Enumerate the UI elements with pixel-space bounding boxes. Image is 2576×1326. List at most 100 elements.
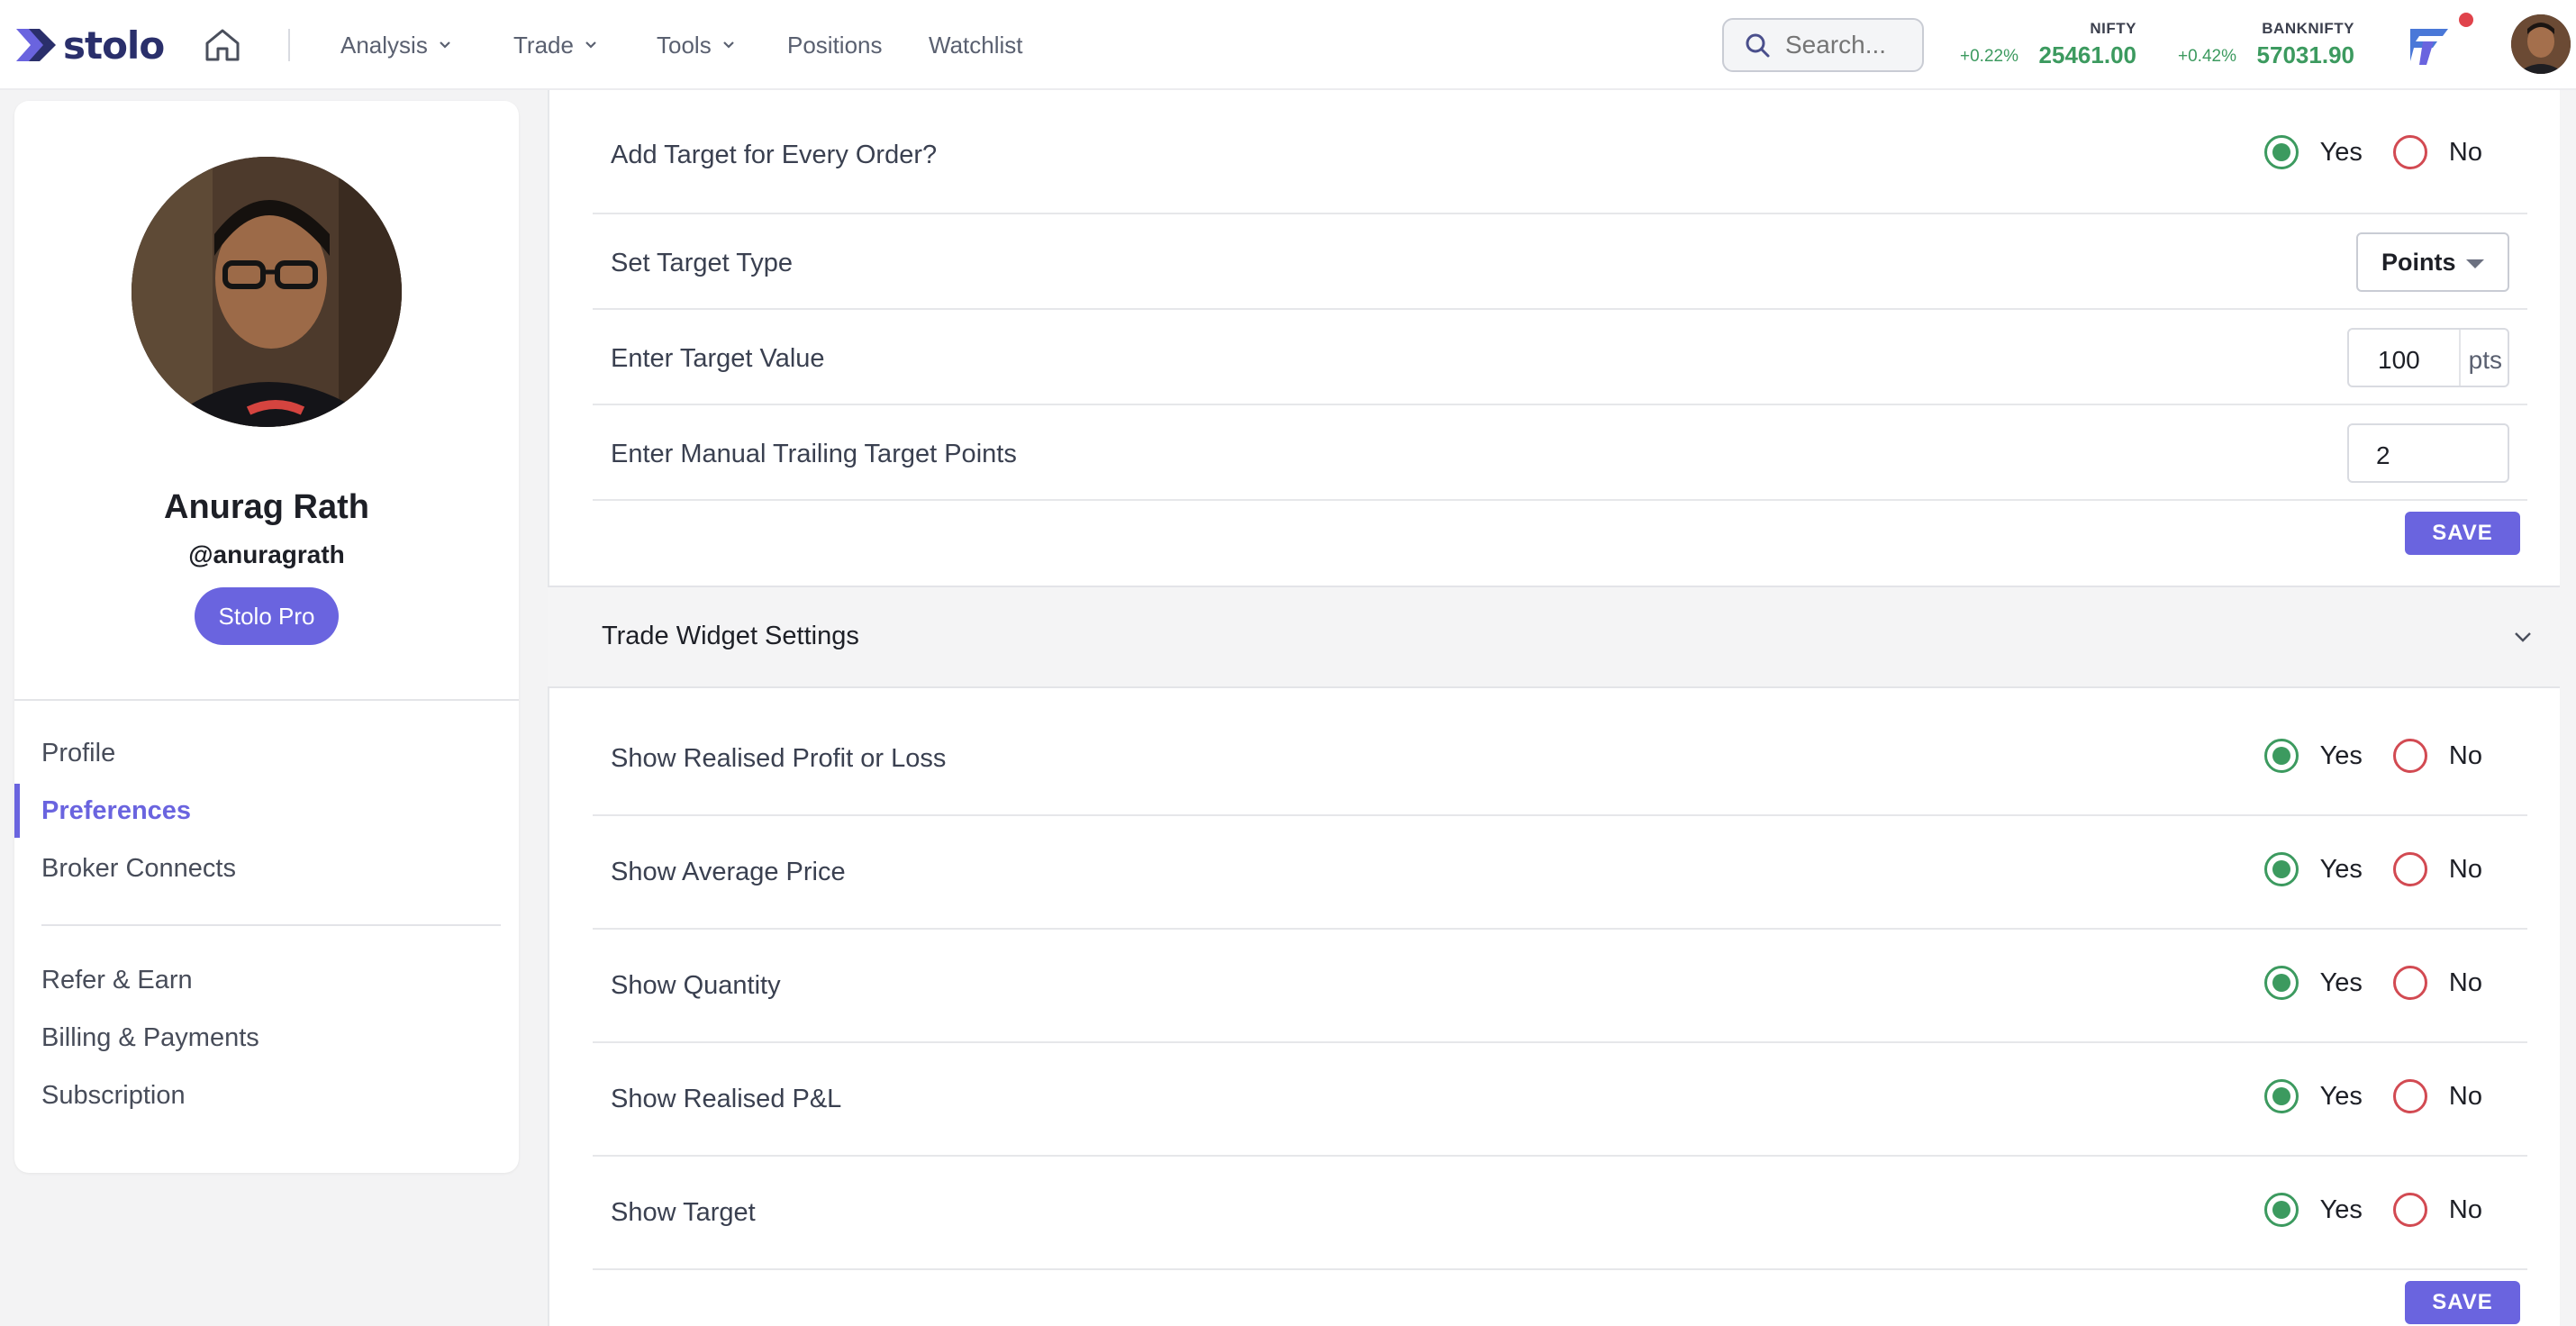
ticker-name: NIFTY xyxy=(2090,20,2136,37)
setting-row-realised-pnl: Show Realised Profit or Loss Yes No xyxy=(593,688,2527,816)
no-radio[interactable] xyxy=(2392,135,2427,169)
setting-label: Enter Target Value xyxy=(611,344,825,373)
setting-label: Add Target for Every Order? xyxy=(611,141,938,169)
nav-analysis-label: Analysis xyxy=(340,31,428,59)
sidebar-divider xyxy=(41,924,501,926)
setting-label: Set Target Type xyxy=(611,249,794,277)
caret-down-icon xyxy=(2466,259,2484,268)
setting-label: Show Target xyxy=(611,1198,756,1227)
plan-badge[interactable]: Stolo Pro xyxy=(195,587,339,645)
yes-radio[interactable] xyxy=(2263,739,2299,773)
yes-radio[interactable] xyxy=(2263,1079,2299,1113)
nav-watchlist-label: Watchlist xyxy=(929,31,1023,59)
no-radio[interactable] xyxy=(2392,852,2427,886)
yes-no-radio-group: Yes No xyxy=(2263,739,2482,773)
no-label: No xyxy=(2448,967,2482,997)
nav-tools-label: Tools xyxy=(657,31,712,59)
no-label: No xyxy=(2448,1194,2482,1224)
user-avatar[interactable] xyxy=(2511,14,2571,74)
ticker-change: +0.22% xyxy=(1960,47,2018,66)
setting-row-trailing-target: Enter Manual Trailing Target Points 2 xyxy=(593,405,2527,501)
nav-positions-label: Positions xyxy=(787,31,883,59)
setting-row-add-target: Add Target for Every Order? Yes No xyxy=(593,90,2527,214)
setting-label: Show Average Price xyxy=(611,858,846,886)
ticker-banknifty[interactable]: BANKNIFTY +0.42% 57031.90 xyxy=(2178,16,2354,74)
yes-label: Yes xyxy=(2319,967,2363,997)
preferences-panel: Add Target for Every Order? Yes No Set T… xyxy=(548,90,2560,1326)
search-icon xyxy=(1746,33,1770,58)
sidebar-item-billing-payments[interactable]: Billing & Payments xyxy=(41,1023,259,1053)
no-label: No xyxy=(2448,137,2482,167)
search-box[interactable] xyxy=(1722,18,1924,72)
setting-row-show-target: Show Target Yes No xyxy=(593,1157,2527,1270)
nav-divider xyxy=(288,29,290,61)
save-button[interactable]: SAVE xyxy=(2405,1281,2520,1324)
setting-label: Show Quantity xyxy=(611,971,781,1000)
no-radio[interactable] xyxy=(2392,1079,2427,1113)
nav-trade[interactable]: Trade xyxy=(513,0,597,90)
no-label: No xyxy=(2448,740,2482,770)
yes-no-radio-group: Yes No xyxy=(2263,966,2482,1000)
avatar-photo-icon xyxy=(2511,14,2571,74)
target-value-field[interactable]: 100 pts xyxy=(2347,328,2509,387)
trailing-target-field[interactable]: 2 xyxy=(2347,423,2509,483)
nav-watchlist[interactable]: Watchlist xyxy=(929,0,1023,90)
chevron-down-icon[interactable] xyxy=(2513,627,2533,647)
ticker-name: BANKNIFTY xyxy=(2262,20,2354,37)
sidebar-divider xyxy=(14,699,519,701)
no-radio[interactable] xyxy=(2392,739,2427,773)
yes-radio[interactable] xyxy=(2263,966,2299,1000)
target-type-select[interactable]: Points xyxy=(2356,232,2509,292)
panel-border xyxy=(548,90,549,1326)
yes-no-radio-group: Yes No xyxy=(2263,1079,2482,1113)
profile-photo-icon xyxy=(132,157,402,427)
sidebar-item-preferences[interactable]: Preferences xyxy=(41,796,191,826)
ticker-value: 25461.00 xyxy=(2038,41,2136,68)
nav-positions[interactable]: Positions xyxy=(787,0,883,90)
search-input[interactable] xyxy=(1785,31,1920,59)
ticker-change: +0.42% xyxy=(2178,47,2236,66)
save-button[interactable]: SAVE xyxy=(2405,512,2520,555)
yes-no-radio-group: Yes No xyxy=(2263,135,2482,169)
ticker-nifty[interactable]: NIFTY +0.22% 25461.00 xyxy=(1960,16,2136,74)
nav-analysis[interactable]: Analysis xyxy=(340,0,451,90)
yes-label: Yes xyxy=(2319,854,2363,884)
sidebar-item-profile[interactable]: Profile xyxy=(41,739,115,768)
sidebar-item-broker-connects[interactable]: Broker Connects xyxy=(41,854,236,884)
profile-sidebar: Anurag Rath @anuragrath Stolo Pro Profil… xyxy=(14,101,519,1173)
page-scrollbar[interactable] xyxy=(2560,90,2576,1326)
yes-radio[interactable] xyxy=(2263,1193,2299,1227)
nav-tools[interactable]: Tools xyxy=(657,0,735,90)
home-icon[interactable] xyxy=(204,27,241,63)
feature-flag-icon[interactable] xyxy=(2407,25,2452,65)
sidebar-item-refer-earn[interactable]: Refer & Earn xyxy=(41,966,193,995)
setting-label: Enter Manual Trailing Target Points xyxy=(611,440,1017,468)
setting-label: Show Realised P&L xyxy=(611,1085,842,1113)
yes-radio[interactable] xyxy=(2263,852,2299,886)
chevron-down-icon xyxy=(440,41,450,49)
target-type-value: Points xyxy=(2381,248,2456,276)
setting-row-target-type: Set Target Type Points xyxy=(593,214,2527,310)
section-title: Trade Widget Settings xyxy=(602,622,859,650)
yes-label: Yes xyxy=(2319,740,2363,770)
target-value-input[interactable]: 100 xyxy=(2378,346,2420,375)
setting-label: Show Realised Profit or Loss xyxy=(611,744,947,773)
yes-label: Yes xyxy=(2319,137,2363,167)
no-radio[interactable] xyxy=(2392,966,2427,1000)
trailing-target-input[interactable]: 2 xyxy=(2376,441,2390,470)
setting-row-quantity: Show Quantity Yes No xyxy=(593,930,2527,1043)
trade-widget-settings-header[interactable]: Trade Widget Settings xyxy=(548,586,2560,688)
chevron-down-icon xyxy=(585,41,596,49)
profile-name: Anurag Rath xyxy=(164,488,369,526)
logo-wordmark: stolo xyxy=(63,23,165,68)
yes-no-radio-group: Yes No xyxy=(2263,852,2482,886)
sidebar-item-subscription[interactable]: Subscription xyxy=(41,1081,186,1111)
yes-radio[interactable] xyxy=(2263,135,2299,169)
no-label: No xyxy=(2448,1081,2482,1111)
setting-row-realised-pl: Show Realised P&L Yes No xyxy=(593,1043,2527,1157)
notification-dot xyxy=(2459,13,2473,27)
no-radio[interactable] xyxy=(2392,1193,2427,1227)
yes-label: Yes xyxy=(2319,1194,2363,1224)
nav-trade-label: Trade xyxy=(513,31,574,59)
stolo-logo[interactable]: stolo xyxy=(16,23,165,68)
